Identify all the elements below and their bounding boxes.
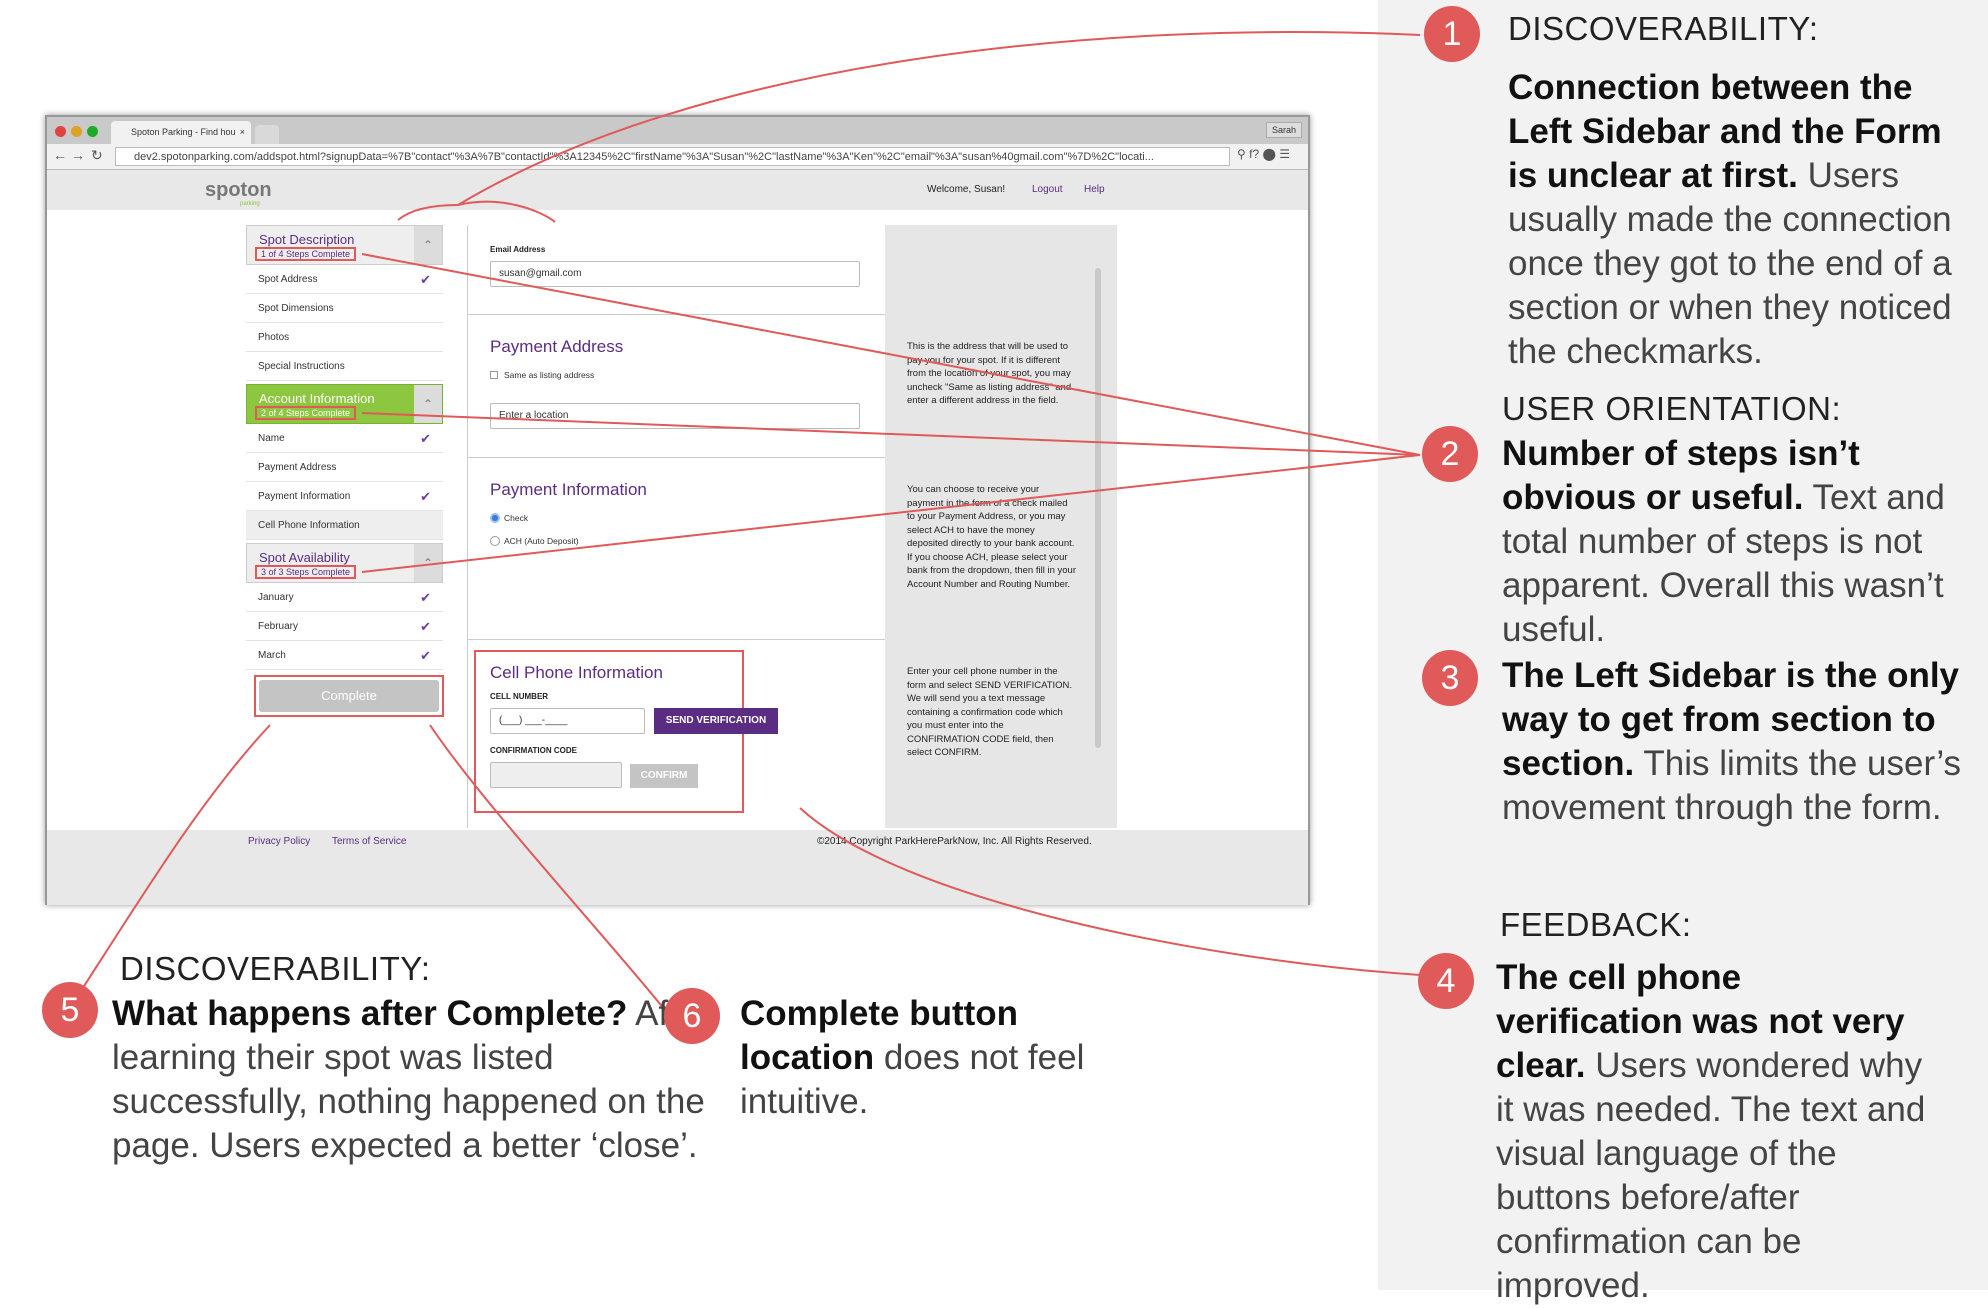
annotation-number-2: 2	[1422, 426, 1478, 482]
line-1b	[457, 200, 556, 223]
annotation-number-5: 5	[42, 982, 98, 1038]
annotation-2-heading: USER ORIENTATION:	[1502, 390, 1842, 427]
line-1a	[457, 31, 1421, 206]
annotation-5-heading: DISCOVERABILITY:	[120, 950, 431, 987]
annotation-1-body: Connection between the Left Sidebar and …	[1508, 66, 1978, 374]
annotation-6-body: Complete button location does not feel i…	[740, 992, 1160, 1124]
annotation-number-4: 4	[1418, 953, 1474, 1009]
annotation-1-heading: DISCOVERABILITY:	[1508, 10, 1819, 47]
line-1c	[397, 204, 459, 221]
annotation-4-body: The cell phone verification was not very…	[1496, 956, 1936, 1308]
annotation-bold: Number of steps isn’t obvious or useful.	[1502, 434, 1860, 517]
line-2c	[361, 454, 1421, 573]
annotation-4-heading: FEEDBACK:	[1500, 906, 1692, 943]
annotation-bold: What happens after Complete?	[112, 994, 628, 1033]
annotation-number-3: 3	[1422, 650, 1478, 706]
annotation-2-body: Number of steps isn’t obvious or useful.…	[1502, 432, 1982, 652]
annotation-3-body: The Left Sidebar is the only way to get …	[1502, 654, 1962, 830]
annotation-5-body: What happens after Complete? After learn…	[112, 992, 712, 1168]
line-6	[429, 724, 666, 1011]
annotation-number-6: 6	[664, 988, 720, 1044]
line-2a	[361, 253, 1421, 456]
annotation-number-1: 1	[1424, 6, 1480, 62]
line-4	[799, 807, 1421, 976]
line-2b	[361, 412, 1421, 456]
